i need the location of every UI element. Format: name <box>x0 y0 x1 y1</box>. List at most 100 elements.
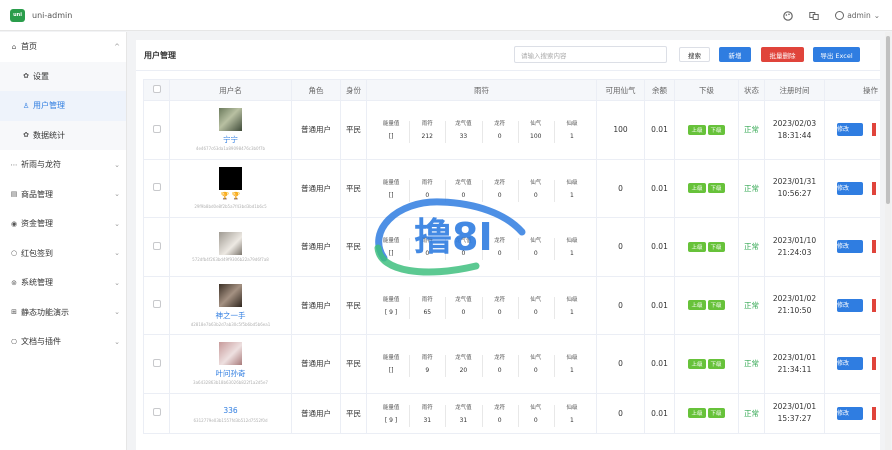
search-input[interactable]: 请输入搜索内容 <box>514 46 667 63</box>
asset-value: [ 9 ] <box>384 416 398 424</box>
edit-button[interactable]: 修改 <box>837 298 863 312</box>
edit-button[interactable]: 修改 <box>837 123 863 137</box>
asset-value: 1 <box>570 250 574 258</box>
asset-label: 仙级 <box>566 296 578 303</box>
username-link[interactable]: 宁宁 <box>170 134 291 144</box>
username-link[interactable]: 336 <box>170 406 291 416</box>
sidebar-item[interactable]: ⊞ 静态功能演示 ⌄ <box>0 298 126 328</box>
actions-cell: 修改 <box>824 392 880 434</box>
identity-cell: 平民 <box>340 392 367 434</box>
delete-button[interactable] <box>872 406 876 420</box>
relations-cell: 上级 下级 <box>674 392 739 434</box>
sidebar-item[interactable]: ✿ 设置 <box>0 61 126 91</box>
row-checkbox[interactable] <box>143 334 170 394</box>
sidebar-item[interactable]: ○ 红包签到 ⌄ <box>0 239 126 269</box>
edit-button[interactable]: 修改 <box>837 357 863 371</box>
language-icon[interactable] <box>809 11 819 21</box>
user-cell: 336 6312779e03b1557fd3b512d7552f0d <box>169 392 292 434</box>
asset-label: 仙气 <box>530 296 542 303</box>
row-checkbox[interactable] <box>143 100 170 160</box>
asset-label: 仙气 <box>530 238 542 245</box>
theme-palette-icon[interactable] <box>783 10 794 21</box>
asset-label: 龙符 <box>494 121 506 128</box>
downline-tag[interactable]: 下级 <box>707 408 725 418</box>
store-icon: ▤ <box>10 190 18 199</box>
assets-group: 能量值 [] 雨符 9 龙气值 20 龙符 0 仙气 0 仙级 1 <box>367 353 596 378</box>
actions-cell: 修改 <box>824 334 880 394</box>
sidebar-item[interactable]: ♙ 用户管理 <box>0 91 126 121</box>
col-header: 可用仙气 <box>596 79 645 101</box>
status-badge: 正常 <box>744 408 759 418</box>
downline-tag[interactable]: 下级 <box>707 241 725 252</box>
delete-button[interactable] <box>872 357 876 371</box>
identity-cell: 平民 <box>340 275 367 335</box>
user-avatar-image[interactable] <box>219 167 242 191</box>
search-button[interactable]: 搜索 <box>679 47 710 62</box>
row-checkbox[interactable] <box>143 392 170 434</box>
sidebar-item[interactable]: ⋯ 祈雨与龙符 ⌄ <box>0 150 126 180</box>
edit-button[interactable]: 修改 <box>837 406 863 420</box>
user-cell: 神之一手 d2818e7b63b2d7ab30c5f5b6bd5b6ea1 <box>169 275 292 335</box>
sidebar-item[interactable]: ⎔ 文档与插件 ⌄ <box>0 327 126 357</box>
app-logo[interactable]: uni <box>10 8 25 22</box>
asset-value: [ 9 ] <box>384 308 398 316</box>
available-cell: 100 <box>596 100 645 160</box>
scrollbar-thumb[interactable] <box>886 36 890 204</box>
asset-label: 能量值 <box>382 296 400 303</box>
register-date: 2023/02/03 <box>772 118 817 128</box>
sidebar-item[interactable]: ▤ 商品管理 ⌄ <box>0 180 126 210</box>
upline-tag[interactable]: 上级 <box>688 358 706 369</box>
role-cell: 普通用户 <box>291 392 341 434</box>
upline-tag[interactable]: 上级 <box>688 300 706 311</box>
export-excel-button[interactable]: 导出 Excel <box>813 47 860 62</box>
downline-tag[interactable]: 下级 <box>707 124 725 135</box>
user-avatar-image[interactable] <box>219 283 242 307</box>
status-cell: 正常 <box>738 158 765 218</box>
asset-item: 雨符 0 <box>409 236 445 261</box>
sidebar-item[interactable]: ⌂ 首页 ^ <box>0 32 126 62</box>
upline-tag[interactable]: 上级 <box>688 241 706 252</box>
upline-tag[interactable]: 上级 <box>688 408 706 418</box>
add-button[interactable]: 新增 <box>719 47 751 62</box>
status-badge: 正常 <box>744 242 759 252</box>
page-scrollbar[interactable] <box>885 32 891 450</box>
sidebar-item-label: 用户管理 <box>33 101 65 111</box>
upline-tag[interactable]: 上级 <box>688 124 706 135</box>
identity-cell: 平民 <box>340 334 367 394</box>
sidebar-item[interactable]: ✿ 数据统计 <box>0 120 126 150</box>
asset-value: 0 <box>461 250 466 258</box>
user-avatar-image[interactable] <box>219 108 242 132</box>
username-link[interactable]: 叶问孙奇 <box>170 368 291 378</box>
delete-button[interactable] <box>872 240 876 254</box>
delete-button[interactable] <box>872 181 876 195</box>
available-cell: 0 <box>596 334 645 394</box>
downline-tag[interactable]: 下级 <box>707 300 725 311</box>
edit-button[interactable]: 修改 <box>837 181 863 195</box>
sidebar-item[interactable]: ◉ 资金管理 ⌄ <box>0 209 126 239</box>
assets-cell: 能量值 [ 9 ] 雨符 31 龙气值 31 龙符 0 仙气 0 仙级 1 <box>366 392 597 434</box>
sidebar-item[interactable]: ⊚ 系统管理 ⌄ <box>0 268 126 298</box>
delete-button[interactable] <box>872 298 876 312</box>
edit-button[interactable]: 修改 <box>837 240 863 254</box>
asset-item: 仙级 1 <box>553 236 590 261</box>
row-checkbox[interactable] <box>143 275 170 335</box>
select-all-checkbox[interactable] <box>143 79 170 101</box>
batch-delete-button[interactable]: 批量删除 <box>761 47 804 62</box>
upline-tag[interactable]: 上级 <box>688 183 706 194</box>
downline-tag[interactable]: 下级 <box>707 358 725 369</box>
row-checkbox[interactable] <box>143 158 170 218</box>
user-cell: 🏆 🏆 29f9b8bd0e8f2b5a7f43bd3bd1b6c5 <box>169 158 292 218</box>
delete-button[interactable] <box>872 123 876 137</box>
user-avatar-image[interactable] <box>219 231 242 255</box>
row-checkbox[interactable] <box>143 217 170 277</box>
status-cell: 正常 <box>738 334 765 394</box>
asset-item: 雨符 31 <box>409 403 445 427</box>
user-menu[interactable]: admin ⌄ <box>835 11 880 20</box>
asset-item: 仙气 0 <box>517 178 554 202</box>
sidebar-item-label: 商品管理 <box>21 189 53 199</box>
user-avatar-image[interactable] <box>219 342 242 366</box>
username-link[interactable]: 神之一手 <box>170 310 291 320</box>
downline-tag[interactable]: 下级 <box>707 183 725 194</box>
asset-value: 0 <box>497 133 502 141</box>
gear-icon: ✿ <box>23 131 29 140</box>
